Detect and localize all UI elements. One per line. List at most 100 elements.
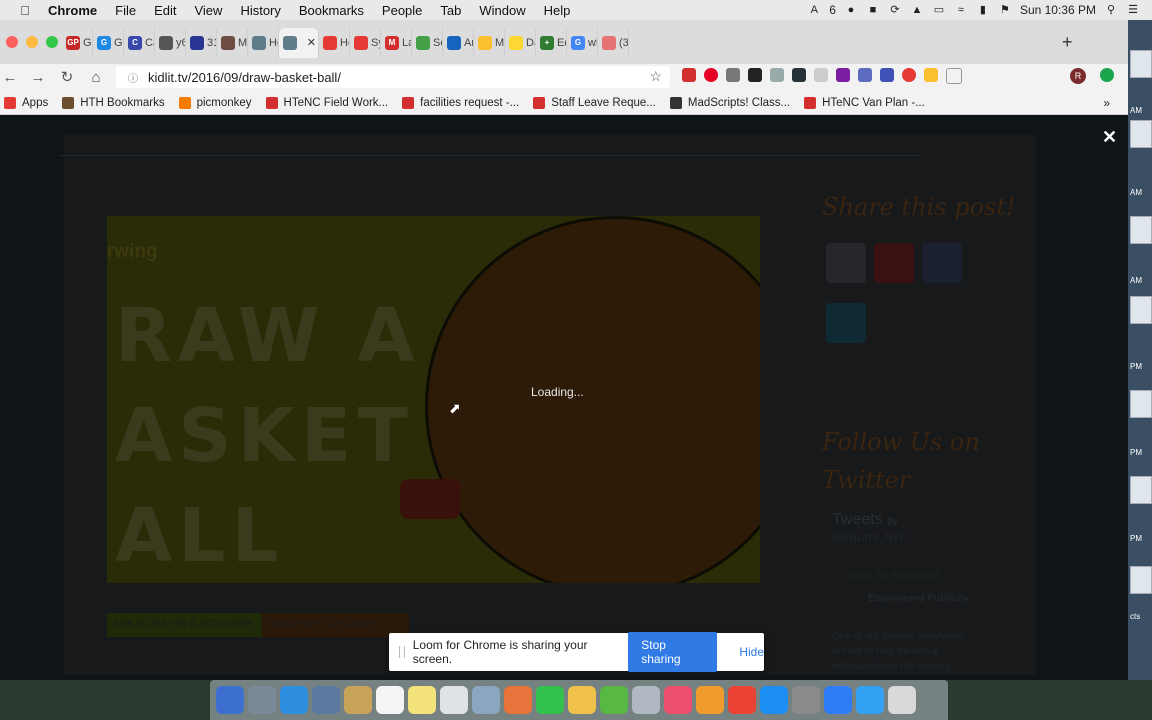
dock-app-icon[interactable]	[472, 686, 500, 714]
dock-app-icon[interactable]	[824, 686, 852, 714]
dock-app-icon[interactable]	[696, 686, 724, 714]
menu-file[interactable]: File	[106, 3, 145, 18]
bookmark-item[interactable]: MadScripts! Class...	[669, 97, 790, 109]
browser-tab[interactable]: See	[412, 28, 443, 58]
close-window-button[interactable]	[6, 36, 18, 48]
bookmark-item[interactable]: HTeNC Field Work...	[265, 97, 388, 109]
browser-tab[interactable]: Syl	[350, 28, 381, 58]
menu-icon[interactable]	[946, 68, 962, 84]
dock-app-icon[interactable]	[664, 686, 692, 714]
desktop-file-thumbnail[interactable]	[1130, 476, 1152, 504]
extension-icon[interactable]	[858, 68, 872, 82]
minimize-window-button[interactable]	[26, 36, 38, 48]
bookmark-item[interactable]: Apps	[4, 97, 48, 109]
dock-app-icon[interactable]	[280, 686, 308, 714]
menu-bookmarks[interactable]: Bookmarks	[290, 3, 373, 18]
reload-button[interactable]: ↻	[57, 68, 77, 88]
desktop-file-thumbnail[interactable]	[1130, 566, 1152, 594]
desktop-file-thumbnail[interactable]	[1130, 216, 1152, 244]
more-bookmarks-icon[interactable]: »	[1103, 96, 1110, 110]
home-button[interactable]: ⌂	[86, 68, 106, 88]
browser-tab[interactable]: 31 (	[186, 28, 217, 58]
new-tab-button[interactable]: +	[1062, 32, 1073, 53]
browser-tab[interactable]: Hov	[319, 28, 350, 58]
extension-icon[interactable]	[682, 68, 696, 82]
dock-app-icon[interactable]	[504, 686, 532, 714]
menu-help[interactable]: Help	[535, 3, 580, 18]
close-tab-icon[interactable]: ✕	[307, 36, 316, 49]
extension-icon[interactable]	[836, 68, 850, 82]
category-tag[interactable]: KIDLIT CRAFTS & ACTIVITIES	[107, 613, 264, 637]
profile-avatar[interactable]: R	[1070, 68, 1086, 84]
browser-tab[interactable]: y64	[155, 28, 186, 58]
browser-tab[interactable]: Hov	[248, 28, 279, 58]
forward-button[interactable]: →	[28, 68, 48, 88]
bookmark-item[interactable]: facilities request -...	[402, 97, 519, 109]
dock-app-icon[interactable]	[344, 686, 372, 714]
airplay-icon[interactable]: ▭	[932, 4, 946, 16]
dock-app-icon[interactable]	[760, 686, 788, 714]
menu-app-name[interactable]: Chrome	[34, 3, 106, 18]
info-icon[interactable]: ⓘ	[128, 70, 140, 85]
browser-tab[interactable]: MLas	[381, 28, 412, 58]
bookmark-star-icon[interactable]: ☆	[649, 68, 662, 85]
browser-tab[interactable]: My	[474, 28, 505, 58]
adobe-icon[interactable]: A	[807, 4, 821, 16]
bookmark-item[interactable]: HTeNC Van Plan -...	[804, 97, 925, 109]
twitter-share-icon[interactable]	[826, 303, 866, 343]
url-text[interactable]: kidlit.tv/2016/09/draw-basket-ball/	[148, 70, 341, 85]
search-icon[interactable]: ⚲	[1104, 4, 1118, 16]
desktop-file-thumbnail[interactable]	[1130, 50, 1152, 78]
bookmark-item[interactable]: Staff Leave Reque...	[533, 97, 656, 109]
desktop-file-thumbnail[interactable]	[1130, 296, 1152, 324]
menu-people[interactable]: People	[373, 3, 431, 18]
flag-icon[interactable]: ⚑	[998, 4, 1012, 16]
dock-app-icon[interactable]	[376, 686, 404, 714]
bluetooth-icon[interactable]: ▲	[910, 4, 924, 16]
dock-app-icon[interactable]	[792, 686, 820, 714]
pinterest-icon[interactable]	[704, 68, 718, 82]
browser-tab[interactable]: Art	[443, 28, 474, 58]
browser-tab[interactable]: ✕	[279, 28, 319, 58]
apple-icon[interactable]: 	[16, 3, 34, 18]
desktop-file-thumbnail[interactable]	[1130, 120, 1152, 148]
extension-icon[interactable]	[924, 68, 938, 82]
play-button[interactable]	[400, 479, 460, 519]
stop-sharing-button[interactable]: Stop sharing	[628, 632, 718, 672]
browser-tab[interactable]: Mal	[217, 28, 248, 58]
browser-tab[interactable]: GGoo	[93, 28, 124, 58]
dock-app-icon[interactable]	[536, 686, 564, 714]
bookmark-item[interactable]: HTH Bookmarks	[62, 97, 165, 109]
record-icon[interactable]: ■	[866, 4, 880, 16]
extension-icon[interactable]	[880, 68, 894, 82]
desktop-file-thumbnail[interactable]	[1130, 390, 1152, 418]
dock-app-icon[interactable]	[568, 686, 596, 714]
dock-app-icon[interactable]	[632, 686, 660, 714]
browser-tab[interactable]: CCan	[124, 28, 155, 58]
dock-app-icon[interactable]	[728, 686, 756, 714]
browser-tab[interactable]: Gwhe	[567, 28, 598, 58]
microphone-icon[interactable]: ●	[844, 4, 858, 16]
bookmark-item[interactable]: picmonkey	[178, 97, 252, 109]
menu-history[interactable]: History	[231, 3, 289, 18]
dock-app-icon[interactable]	[440, 686, 468, 714]
dock-app-icon[interactable]	[248, 686, 276, 714]
extension-icon[interactable]	[726, 68, 740, 82]
dock-app-icon[interactable]	[312, 686, 340, 714]
dock-app-icon[interactable]	[888, 686, 916, 714]
category-tag[interactable]: READ WITH CHILDREN	[262, 613, 409, 637]
notification-center-icon[interactable]: ☰	[1126, 4, 1140, 16]
tweet-author[interactable]: Empowered Publicity	[868, 593, 969, 604]
extension-icon[interactable]	[902, 68, 916, 82]
dock-app-icon[interactable]	[216, 686, 244, 714]
hide-button[interactable]: Hide	[739, 645, 764, 659]
extension-icon[interactable]	[748, 68, 762, 82]
clock[interactable]: Sun 10:36 PM	[1020, 3, 1096, 17]
facebook-share-icon[interactable]	[922, 243, 962, 283]
extension-icon[interactable]	[770, 68, 784, 82]
email-share-icon[interactable]	[826, 243, 866, 283]
wifi-icon[interactable]: ≈	[954, 4, 968, 16]
extension-icon[interactable]	[1100, 68, 1114, 82]
battery-icon[interactable]: ▮	[976, 4, 990, 16]
video-player[interactable]: rwing RAW A ASKET ALL	[107, 216, 760, 583]
